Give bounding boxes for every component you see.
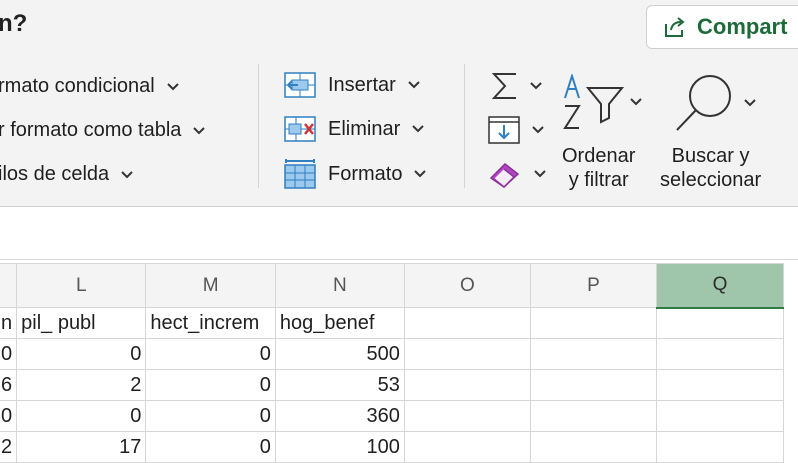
chevron-down-icon (193, 126, 206, 134)
insert-button[interactable]: Insertar (284, 72, 420, 98)
share-label: Compart (697, 14, 788, 39)
insert-label: Insertar (328, 73, 396, 96)
delete-label: Eliminar (328, 117, 401, 140)
format-as-table-label: r formato como tabla (0, 119, 182, 141)
fill-down-icon (488, 116, 520, 144)
fill-button[interactable] (488, 116, 544, 144)
format-button[interactable]: Formato (284, 159, 427, 189)
grid-cell[interactable] (403, 369, 531, 401)
cell-styles-button[interactable]: ilos de celda (0, 163, 133, 186)
chevron-down-icon (744, 99, 756, 107)
grid-cell[interactable]: 500 (274, 338, 405, 370)
table-row: 0 0 0 500 (0, 338, 785, 370)
grid-cell[interactable] (529, 400, 657, 432)
grid-cell[interactable] (655, 369, 785, 401)
column-header-q[interactable]: Q (655, 263, 785, 309)
insert-cells-icon (284, 72, 316, 98)
chevron-down-icon (532, 126, 544, 134)
grid-cell[interactable]: hog_benef (274, 307, 405, 339)
column-header-p[interactable]: P (529, 263, 657, 308)
grid-cell[interactable]: 6 (0, 369, 18, 401)
grid-cell[interactable]: 0 (145, 431, 276, 463)
table-row: 2 17 0 100 (0, 431, 785, 463)
grid-cell[interactable] (529, 369, 657, 401)
sort-filter-label-line1: Ordenar (562, 145, 636, 167)
share-button[interactable]: Compart (646, 5, 798, 49)
ribbon: n? Compart rmato condicional r formato c… (0, 0, 798, 207)
column-header-l[interactable]: L (16, 263, 147, 308)
grid-cell[interactable]: 360 (274, 400, 405, 432)
grid-cell[interactable] (403, 431, 531, 463)
chevron-down-icon (121, 170, 133, 178)
chevron-down-icon (408, 81, 420, 89)
column-header[interactable] (0, 263, 18, 308)
grid-cell[interactable]: n (0, 307, 18, 339)
column-header-n[interactable]: N (274, 263, 405, 308)
format-as-table-button[interactable]: r formato como tabla (0, 119, 206, 142)
sort-filter-label-line2: y filtrar (568, 169, 629, 191)
find-select-label-line1: Buscar y (671, 145, 750, 167)
eraser-icon (489, 163, 520, 188)
column-header-m[interactable]: M (145, 263, 276, 308)
conditional-format-label: rmato condicional (0, 75, 155, 97)
grid-cell[interactable]: pil_ publ (16, 307, 147, 339)
grid-cell[interactable]: 100 (274, 431, 405, 463)
chevron-down-icon (167, 82, 179, 90)
grid-cell[interactable]: hect_increm (145, 307, 276, 339)
chevron-down-icon (530, 82, 542, 90)
grid-cell[interactable]: 0 (16, 338, 147, 370)
grid-cell[interactable] (403, 400, 531, 432)
grid-cell[interactable]: 53 (274, 369, 405, 401)
chevron-down-icon (630, 98, 642, 106)
grid-cell[interactable]: 0 (145, 400, 276, 432)
sort-filter-icon (563, 74, 624, 129)
grid-cell[interactable] (655, 307, 785, 339)
cell-styles-label: ilos de celda (0, 163, 110, 185)
page-title: n? (0, 10, 28, 37)
chevron-down-icon (534, 170, 546, 178)
grid-cell[interactable]: 0 (0, 400, 18, 432)
delete-button[interactable]: Eliminar (284, 116, 424, 142)
sigma-icon (492, 73, 516, 99)
chevron-down-icon (414, 170, 427, 178)
delete-cells-icon (284, 116, 316, 142)
chevron-down-icon (412, 125, 424, 133)
formula-bar[interactable] (0, 207, 798, 260)
conditional-format-button[interactable]: rmato condicional (0, 75, 179, 98)
grid-cell[interactable]: 0 (16, 400, 147, 432)
find-select-label: Buscar y seleccionar (660, 144, 761, 192)
table-row: 0 0 0 360 (0, 400, 785, 432)
grid-cell[interactable] (529, 431, 657, 463)
grid-cell[interactable]: 17 (16, 431, 147, 463)
grid-cell[interactable] (529, 338, 657, 370)
cell-grid: L M N O P Q n pil_ publ hect_increm hog_… (0, 263, 785, 463)
clear-button[interactable] (488, 160, 546, 188)
share-icon (665, 17, 685, 37)
format-label: Formato (328, 162, 403, 185)
find-select-button[interactable] (674, 72, 756, 134)
group-divider (258, 64, 259, 188)
autosum-button[interactable] (492, 72, 542, 100)
grid-cell[interactable] (655, 431, 785, 463)
find-select-label-line2: seleccionar (660, 169, 762, 191)
grid-cell[interactable]: 0 (0, 338, 18, 370)
grid-cell[interactable] (529, 307, 657, 339)
grid-cell[interactable]: 2 (0, 431, 18, 463)
grid-cell[interactable]: 0 (145, 338, 276, 370)
sort-filter-button[interactable] (562, 74, 642, 130)
grid-cell[interactable] (403, 338, 531, 370)
column-header-o[interactable]: O (403, 263, 531, 308)
spreadsheet-grid: L M N O P Q n pil_ publ hect_increm hog_… (0, 263, 798, 463)
grid-cell[interactable] (403, 307, 531, 339)
group-divider (464, 64, 465, 188)
table-row: 6 2 0 53 (0, 369, 785, 401)
magnifier-icon (676, 75, 731, 131)
sort-filter-label: Ordenar y filtrar (562, 144, 635, 192)
grid-cell[interactable]: 0 (145, 369, 276, 401)
grid-cell[interactable] (655, 338, 785, 370)
format-cells-icon (284, 159, 316, 189)
grid-cell[interactable] (655, 400, 785, 432)
table-row: n pil_ publ hect_increm hog_benef (0, 307, 785, 339)
grid-cell[interactable]: 2 (16, 369, 147, 401)
